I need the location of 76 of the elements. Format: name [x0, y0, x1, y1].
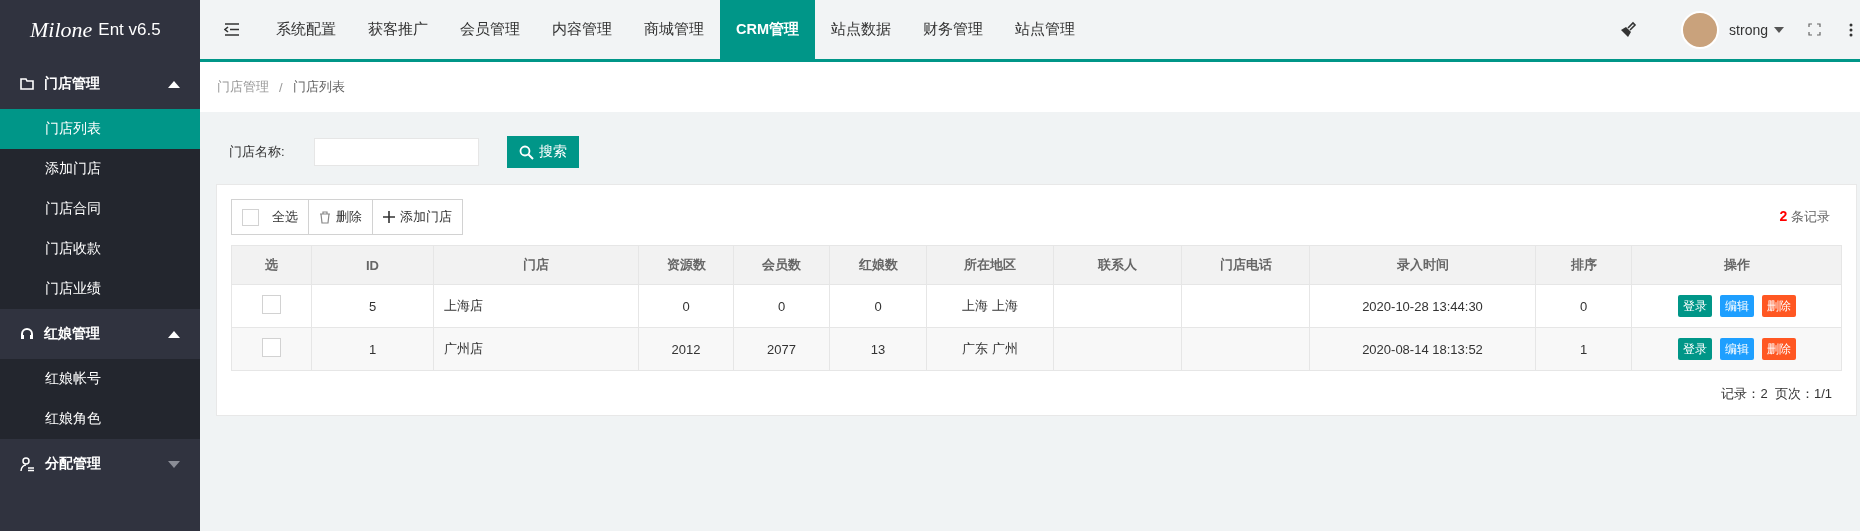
sidebar-item[interactable]: 红娘帐号 [0, 359, 200, 399]
column-header: ID [311, 245, 434, 285]
column-header: 会员数 [733, 245, 830, 285]
table-cell: 0 [874, 298, 882, 314]
sidebar-item[interactable]: 门店收款 [0, 229, 200, 269]
nav-tab[interactable]: CRM管理 [720, 0, 816, 59]
sidebar-item[interactable]: 添加门店 [0, 149, 200, 189]
avatar[interactable] [1681, 10, 1720, 49]
fullscreen-icon[interactable] [1808, 23, 1821, 36]
caret-icon[interactable] [1774, 26, 1784, 33]
breadcrumb-item: 门店列表 [292, 78, 345, 96]
column-header: 操作 [1631, 245, 1842, 285]
logo-script: Milone [30, 16, 93, 43]
nav-tab[interactable]: 获客推广 [352, 0, 444, 59]
search-icon [519, 144, 534, 160]
more-icon[interactable] [1849, 22, 1853, 37]
trash-icon [319, 210, 331, 224]
caret-icon [168, 460, 180, 468]
table-cell: 广东 广州 [962, 341, 1018, 356]
column-header: 门店电话 [1181, 245, 1310, 285]
table-cell: 1 [1579, 341, 1588, 357]
column-header: 录入时间 [1309, 245, 1536, 285]
folder-icon [20, 78, 34, 90]
sidebar-item[interactable]: 门店合同 [0, 189, 200, 229]
sidebar-group[interactable]: 分配管理 [0, 439, 200, 489]
table-cell: 5 [368, 298, 377, 314]
column-header: 门店 [433, 245, 639, 285]
search-label: 门店名称: [229, 143, 286, 161]
table-cell: 2020-10-28 13:44:30 [1362, 298, 1483, 314]
breadcrumb-separator: / [279, 79, 283, 95]
row-checkbox[interactable] [262, 338, 281, 357]
sidebar-group[interactable]: 门店管理 [0, 59, 200, 109]
nav-tab[interactable]: 系统配置 [260, 0, 352, 59]
nav-tab[interactable]: 站点管理 [999, 0, 1092, 59]
nav-tab[interactable]: 财务管理 [907, 0, 1000, 59]
sidebar-item[interactable]: 门店业绩 [0, 269, 200, 309]
table-cell: 上海店 [444, 298, 483, 313]
nav-tab[interactable]: 内容管理 [536, 0, 628, 59]
brush-icon[interactable] [1619, 20, 1638, 39]
sidebar-item[interactable]: 门店列表 [0, 109, 200, 149]
table-cell: 0 [682, 298, 690, 314]
table-cell: 广州店 [444, 341, 483, 356]
sidebar-group[interactable]: 红娘管理 [0, 309, 200, 359]
table-cell: 上海 上海 [962, 298, 1018, 313]
table-cell: 13 [870, 341, 886, 357]
username[interactable]: strong [1729, 21, 1768, 38]
search-field[interactable] [314, 138, 479, 166]
row-checkbox[interactable] [262, 295, 281, 314]
table-cell: 2077 [767, 341, 796, 357]
pagination-info: 记录：2 页次：1/1 [1721, 385, 1832, 403]
user-icon [20, 456, 35, 472]
sidebar-item[interactable]: 红娘角色 [0, 399, 200, 439]
menu-icon[interactable] [224, 23, 240, 36]
column-header: 联系人 [1053, 245, 1182, 285]
search-button[interactable]: 搜索 [507, 136, 579, 168]
column-header: 红娘数 [829, 245, 927, 285]
login-button[interactable]: 登录 [1677, 295, 1712, 317]
record-count: 2 条记录 [1779, 208, 1830, 226]
nav-tab[interactable]: 会员管理 [444, 0, 536, 59]
logo-text: Ent v6.5 [98, 19, 161, 40]
plus-icon [383, 211, 395, 223]
headset-icon [20, 327, 34, 341]
column-header: 排序 [1535, 245, 1632, 285]
table-cell: 2012 [671, 341, 701, 357]
table-cell: 1 [368, 341, 377, 357]
column-header: 所在地区 [926, 245, 1054, 285]
caret-icon [168, 80, 180, 88]
table-cell: 0 [1579, 298, 1588, 314]
table-cell: 2020-08-14 18:13:52 [1362, 341, 1483, 357]
login-button[interactable]: 登录 [1677, 338, 1712, 360]
nav-tab[interactable]: 站点数据 [815, 0, 908, 59]
column-header: 资源数 [638, 245, 734, 285]
caret-icon [168, 330, 180, 338]
table-cell: 0 [777, 298, 786, 314]
column-header: 选 [231, 245, 312, 285]
nav-tab[interactable]: 商城管理 [628, 0, 720, 59]
